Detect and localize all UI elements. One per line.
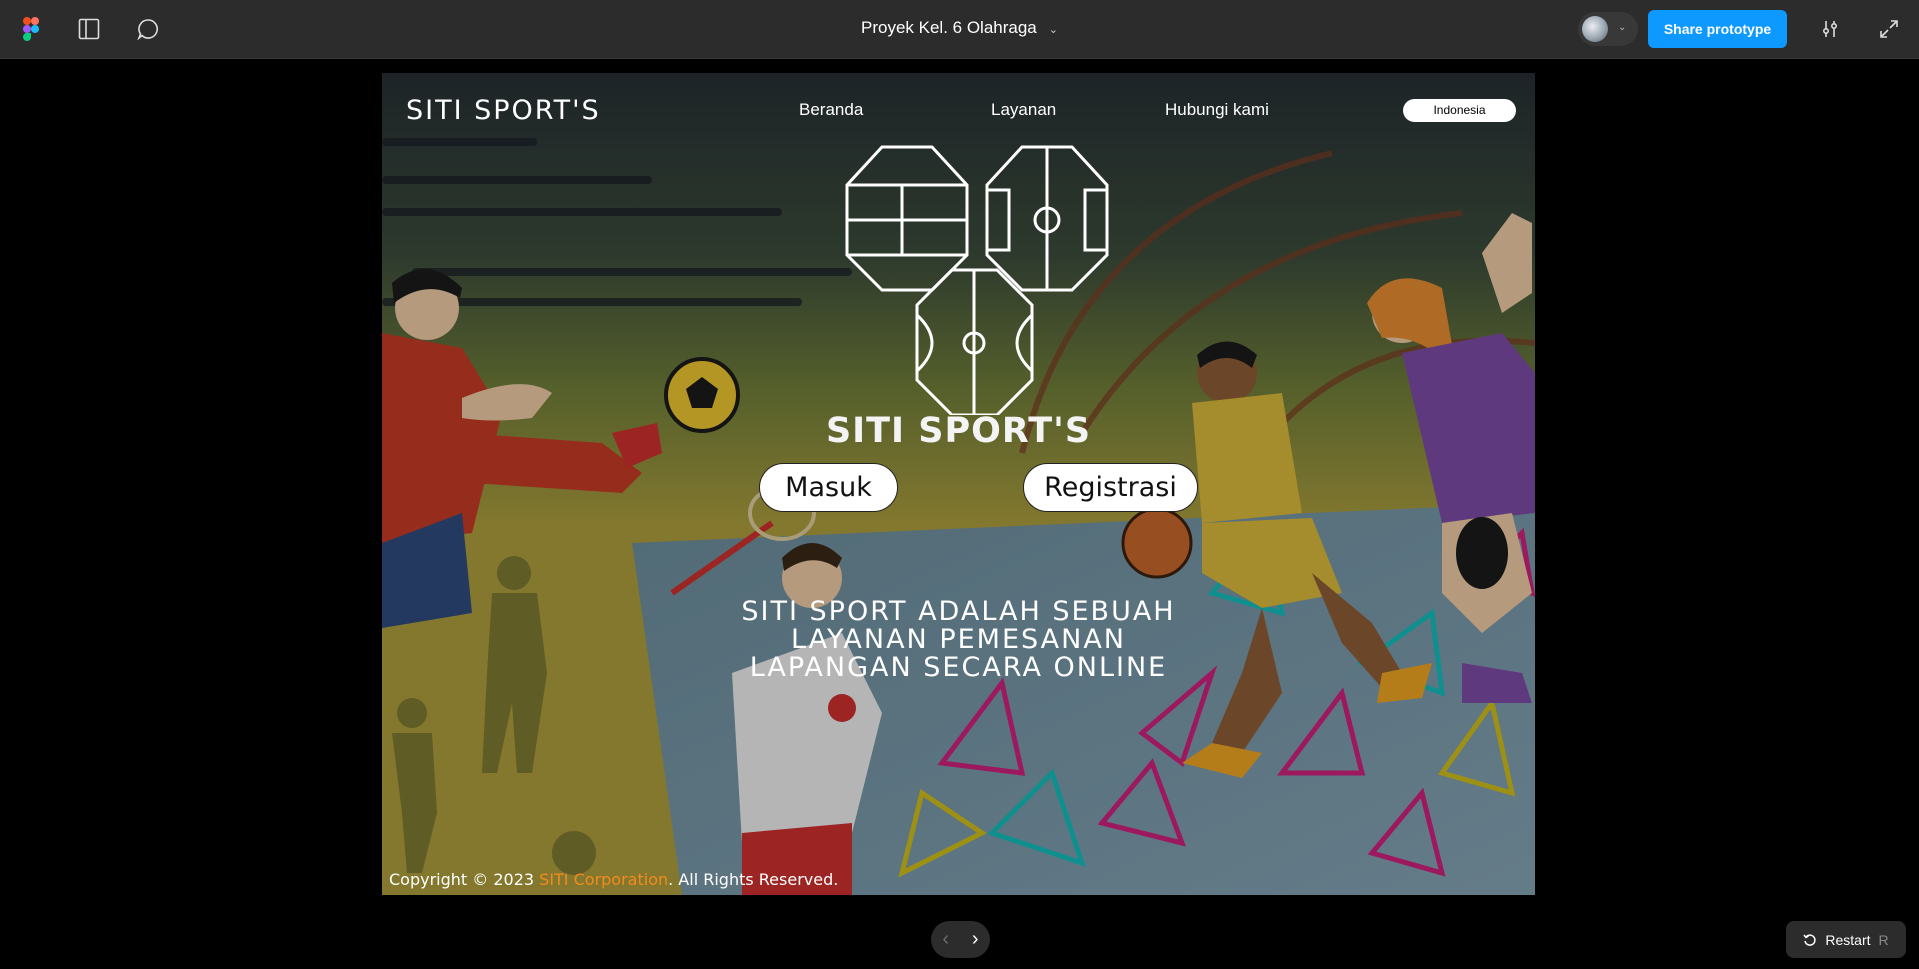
restart-icon (1803, 933, 1817, 946)
chevron-down-icon: ⌄ (1618, 22, 1627, 33)
tagline-line-3: LAPANGAN SECARA ONLINE (749, 652, 1168, 683)
nav-link-hubungi-kami[interactable]: Hubungi kami (1165, 100, 1269, 120)
login-button[interactable]: Masuk (759, 463, 898, 512)
document-title-text[interactable]: Proyek Kel. 6 Olahraga (861, 18, 1037, 37)
comment-icon[interactable] (133, 14, 163, 44)
next-frame-icon[interactable]: › (972, 928, 979, 951)
court-logo-icon (845, 145, 1109, 415)
tagline-line-2: LAYANAN PEMESANAN (790, 624, 1127, 655)
tagline-line-1: SITI SPORT ADALAH SEBUAH (741, 596, 1176, 627)
fullscreen-icon[interactable] (1874, 14, 1904, 44)
avatar[interactable] (1582, 16, 1608, 42)
chevron-down-icon[interactable]: ⌄ (1049, 23, 1058, 36)
nav-link-beranda[interactable]: Beranda (799, 100, 863, 120)
share-prototype-button[interactable]: Share prototype (1648, 10, 1787, 48)
copyright-company: SITI Corporation (539, 870, 669, 889)
restart-shortcut: R (1878, 931, 1889, 948)
figma-toolbar: Proyek Kel. 6 Olahraga ⌄ ⌄ Share prototyp… (0, 0, 1919, 59)
copyright-footer: Copyright © 2023 SITI Corporation. All R… (389, 870, 838, 889)
tagline: SITI SPORT ADALAH SEBUAH LAYANAN PEMESAN… (382, 598, 1535, 682)
previous-frame-icon[interactable]: ‹ (942, 928, 949, 951)
prototype-frame: SITI SPORT'S Beranda Layanan Hubungi kam… (382, 73, 1535, 895)
settings-sliders-icon[interactable] (1815, 14, 1845, 44)
restart-button[interactable]: Restart R (1786, 921, 1906, 958)
logo-wordmark: SITI SPORT'S (825, 411, 1092, 451)
user-menu[interactable]: ⌄ (1578, 12, 1638, 46)
copyright-prefix: Copyright © 2023 (389, 870, 540, 889)
language-selector[interactable]: Indonesia (1403, 99, 1516, 122)
site-brand[interactable]: SITI SPORT'S (406, 95, 601, 126)
panel-toggle-icon[interactable] (74, 14, 104, 44)
nav-link-layanan[interactable]: Layanan (991, 100, 1056, 120)
prototype-navigation: ‹ › (931, 921, 990, 958)
copyright-suffix: . All Rights Reserved. (668, 870, 839, 889)
restart-label: Restart (1825, 931, 1871, 948)
figma-logo-icon[interactable] (16, 14, 46, 44)
register-button[interactable]: Registrasi (1023, 463, 1198, 512)
